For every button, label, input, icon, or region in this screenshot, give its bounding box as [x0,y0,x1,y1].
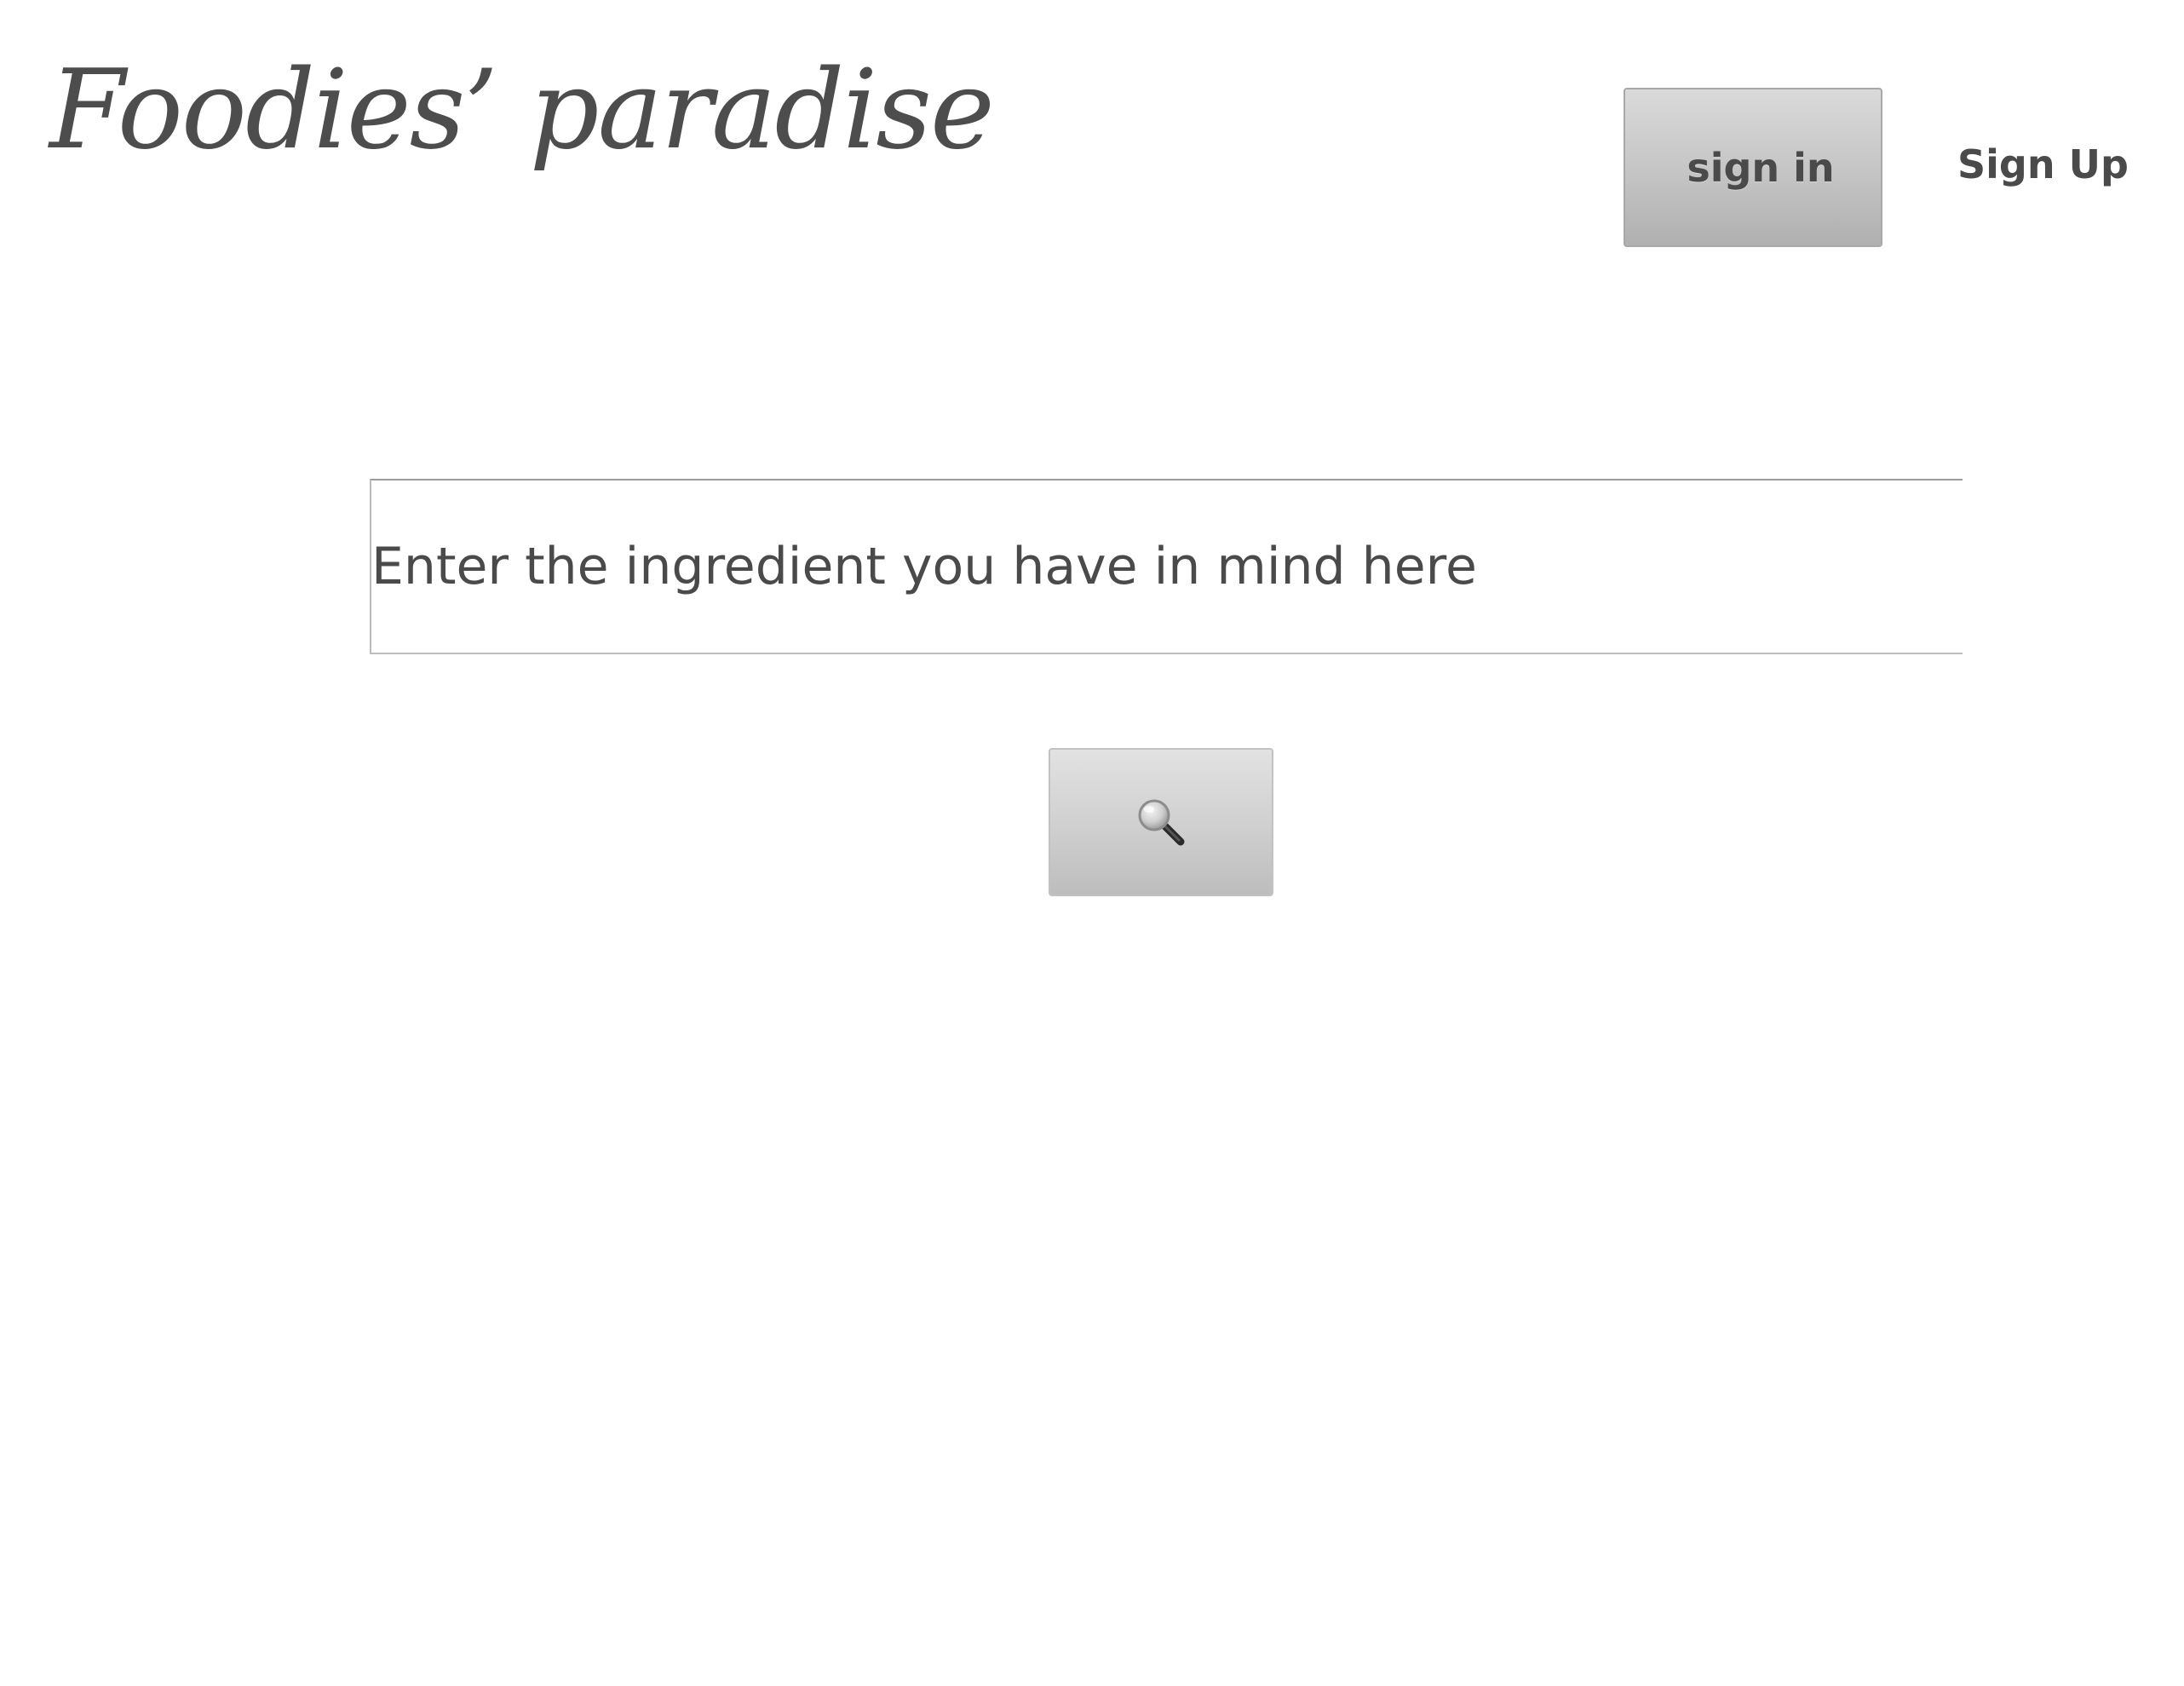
search-button[interactable] [1049,748,1273,896]
search-icon [1138,799,1185,846]
ingredient-search-input[interactable] [371,480,1963,653]
site-title: Foodies’ paradise [49,47,995,174]
search-field-container [370,479,1963,654]
sign-in-label: sign in [1687,144,1835,191]
sign-in-button[interactable]: sign in [1624,88,1882,247]
sign-up-link[interactable]: Sign Up [1957,136,2129,193]
